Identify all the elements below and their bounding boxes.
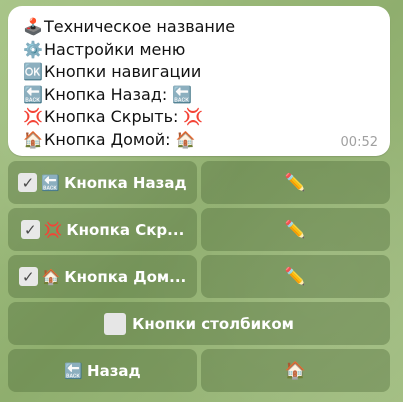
house-icon: 🏠 — [284, 360, 307, 381]
back-arrow-icon: 🔙 — [23, 84, 43, 104]
toggle-hide-button[interactable]: ✓ 💢 Кнопка Скр... — [8, 208, 197, 251]
checkbox-checked-icon: ✓ — [20, 220, 40, 239]
back-button[interactable]: 🔙 Назад — [8, 349, 197, 392]
house-icon: 🏠 — [175, 129, 196, 149]
edit-back-button[interactable]: ✏️ — [201, 161, 390, 204]
toggle-home-button[interactable]: ✓ 🏠 Кнопка Дом... — [8, 255, 197, 298]
message-line-menu-settings: ⚙️ Настройки меню — [22, 39, 376, 62]
keyboard-row: Кнопки столбиком — [8, 302, 390, 345]
button-label: Кнопка Назад — [64, 173, 187, 192]
ok-icon: 🆗 — [23, 62, 43, 81]
message-line-text: Кнопка Скрыть: — [44, 107, 179, 126]
gear-icon: ⚙️ — [23, 39, 43, 59]
back-arrow-icon: 🔙 — [172, 84, 193, 104]
button-label: Назад — [87, 361, 141, 380]
message-line-home-button: 🏠 Кнопка Домой: 🏠 — [22, 129, 376, 152]
checkbox-empty-icon — [104, 312, 127, 335]
message-line-back-button: 🔙 Кнопка Назад: 🔙 — [22, 84, 376, 107]
checkbox-checked-icon: ✓ — [18, 173, 38, 192]
anger-icon: 💢 — [23, 107, 43, 126]
message-line-text: Кнопки навигации — [44, 62, 202, 81]
back-arrow-icon: 🔙 — [64, 361, 84, 380]
pencil-icon: ✏️ — [284, 266, 307, 287]
message-line-text: Кнопка Домой: — [44, 129, 171, 149]
pencil-icon: ✏️ — [284, 172, 307, 193]
edit-hide-button[interactable]: ✏️ — [201, 208, 390, 251]
keyboard-row: ✓ 🏠 Кнопка Дом... ✏️ — [8, 255, 390, 298]
anger-icon: 💢 — [183, 107, 204, 126]
message-line-hide-button: 💢 Кнопка Скрыть: 💢 — [22, 106, 376, 129]
button-label: Кнопка Скр... — [66, 220, 185, 239]
house-icon: 🏠 — [41, 267, 61, 286]
message-line-tech-name: 🕹️ Техническое название — [22, 16, 376, 39]
inline-keyboard: ✓ 🔙 Кнопка Назад ✏️ ✓ 💢 Кнопка Скр... ✏️… — [8, 161, 390, 396]
keyboard-row: 🔙 Назад 🏠 — [8, 349, 390, 392]
edit-home-button[interactable]: ✏️ — [201, 255, 390, 298]
message-line-text: Техническое название — [44, 17, 236, 36]
message-bubble: 🕹️ Техническое название ⚙️ Настройки меню … — [8, 6, 390, 156]
columns-toggle-button[interactable]: Кнопки столбиком — [8, 302, 390, 345]
anger-icon: 💢 — [43, 220, 63, 239]
button-label: Кнопка Дом... — [64, 267, 187, 286]
pencil-icon: ✏️ — [284, 219, 307, 240]
keyboard-row: ✓ 💢 Кнопка Скр... ✏️ — [8, 208, 390, 251]
message-line-text: Кнопка Назад: — [44, 84, 168, 104]
home-button[interactable]: 🏠 — [201, 349, 390, 392]
message-timestamp: 00:52 — [340, 135, 378, 150]
message-line-nav-buttons: 🆗 Кнопки навигации — [22, 61, 376, 84]
button-label: Кнопки столбиком — [132, 314, 294, 333]
checkbox-checked-icon: ✓ — [18, 267, 38, 286]
toggle-back-button[interactable]: ✓ 🔙 Кнопка Назад — [8, 161, 197, 204]
keyboard-row: ✓ 🔙 Кнопка Назад ✏️ — [8, 161, 390, 204]
message-line-text: Настройки меню — [44, 39, 186, 59]
back-arrow-icon: 🔙 — [41, 173, 61, 192]
joystick-icon: 🕹️ — [23, 17, 43, 36]
house-icon: 🏠 — [23, 129, 43, 149]
